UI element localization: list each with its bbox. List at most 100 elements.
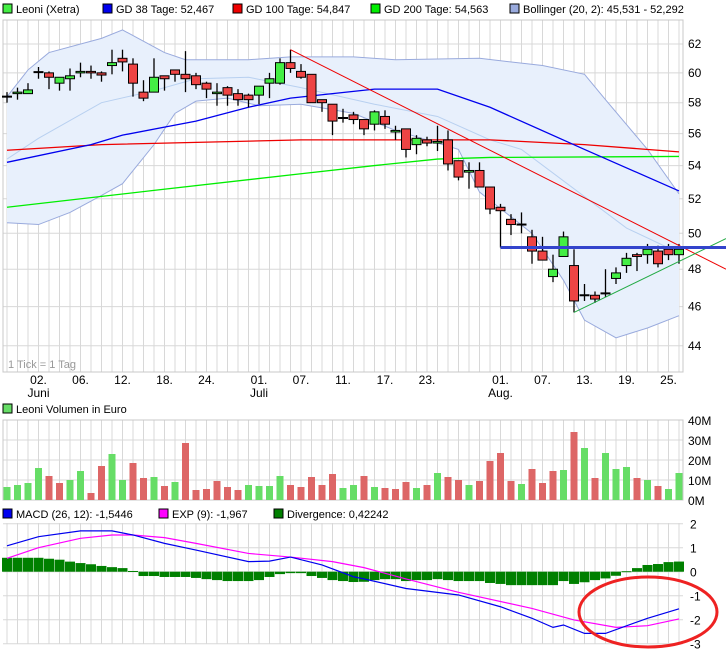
volume-bar: [308, 477, 315, 500]
x-tick-label: 07.: [534, 373, 551, 387]
divergence-bar: [180, 571, 191, 577]
candle-body: [128, 63, 138, 84]
x-tick-label: 23.: [419, 373, 436, 387]
candle-body: [65, 75, 75, 80]
legend-label: GD 100 Tage: 54,847: [246, 4, 350, 16]
x-month-label: Juni: [27, 386, 49, 400]
candle-body: [653, 250, 663, 265]
volume-legend: Leoni Volumen in Euro: [2, 403, 127, 416]
volume-bar: [234, 490, 242, 500]
divergence-bar: [432, 571, 443, 580]
divergence-bar: [516, 571, 527, 586]
legend-label: Leoni (Xetra): [16, 4, 80, 16]
candle-body: [306, 73, 317, 104]
candle: [369, 110, 380, 131]
divergence-bar: [411, 571, 422, 581]
candle-body: [317, 99, 327, 104]
x-tick-label: 19.: [618, 373, 635, 387]
legend-label: Leoni Volumen in Euro: [16, 404, 127, 416]
y-tick-label: 52: [688, 192, 702, 206]
y-tick-label: 56: [688, 127, 702, 141]
x-tick-label: 12.: [114, 373, 131, 387]
stock-chart: Leoni (Xetra) GD 38 Tage: 52,467 GD 100 Ta…: [2, 3, 726, 652]
candle-body: [548, 268, 558, 278]
candle: [359, 119, 369, 136]
divergence-bar: [86, 564, 96, 572]
divergence-bar: [254, 571, 264, 581]
divergence-bar: [201, 571, 212, 580]
candle-body: [159, 75, 170, 80]
divergence-bar: [621, 571, 632, 573]
divergence-bar: [44, 558, 54, 572]
x-tick-label: 06.: [72, 373, 89, 387]
volume-bar: [266, 486, 273, 500]
candle-body: [453, 160, 464, 178]
candle-body: [275, 62, 285, 84]
volume-bar: [56, 483, 63, 500]
candle-body: [12, 91, 23, 95]
volume-bar: [140, 478, 147, 500]
volume-bar: [360, 476, 368, 500]
divergence-bar: [632, 568, 642, 572]
volume-bar: [528, 469, 536, 500]
x-tick-label: 17.: [377, 373, 394, 387]
candle: [306, 73, 317, 104]
divergence-bar: [12, 557, 23, 572]
candle-body: [222, 87, 233, 96]
volume-bar: [507, 481, 515, 500]
x-tick-label: 18.: [156, 373, 173, 387]
volume-bar: [350, 485, 357, 500]
divergence-bar: [600, 571, 611, 579]
volume-bar: [297, 487, 305, 500]
divergence-bar: [296, 571, 306, 574]
divergence-bar: [159, 571, 170, 577]
volume-bar: [192, 490, 200, 500]
volume-bar: [318, 485, 326, 500]
volume-bar: [129, 463, 137, 500]
volume-bar: [329, 474, 336, 500]
candle-body: [233, 93, 243, 101]
divergence-bar: [138, 571, 149, 577]
candle-body: [380, 115, 390, 125]
candle-body: [663, 248, 674, 256]
candle-body: [180, 73, 191, 80]
candle: [327, 103, 338, 136]
x-tick-label: 02.: [30, 373, 47, 387]
volume-bar: [45, 476, 53, 500]
volume-bar: [203, 489, 210, 500]
divergence-bar: [128, 570, 138, 572]
divergence-bar: [611, 571, 621, 576]
divergence-bar: [422, 571, 432, 581]
divergence-bar: [243, 571, 254, 582]
legend-label: GD 38 Tage: 52,467: [116, 4, 214, 16]
candle: [275, 58, 285, 85]
legend-swatch: [158, 508, 169, 519]
candle-body: [642, 248, 653, 256]
divergence-bar: [579, 571, 590, 583]
candle-body: [401, 128, 411, 150]
y-tick-label: 0: [690, 566, 697, 580]
volume-bar: [381, 488, 389, 500]
candle-body: [201, 82, 212, 90]
volume-bar: [444, 477, 452, 500]
divergence-bar: [663, 562, 674, 572]
divergence-bar: [222, 571, 233, 582]
candle-body: [411, 137, 422, 146]
divergence-bar: [23, 557, 33, 572]
volume-panel: 40M 30M 20M 10M 0M: [2, 414, 711, 508]
divergence-bar: [674, 561, 684, 572]
candle-body: [569, 265, 579, 302]
candle: [411, 135, 422, 155]
y-tick-label: 58: [688, 96, 702, 110]
divergence-bar: [65, 561, 75, 572]
x-tick-label: 25.: [660, 373, 677, 387]
divergence-bar: [275, 571, 285, 575]
divergence-bar: [590, 571, 600, 581]
legend-swatch: [2, 508, 13, 519]
candle-body: [254, 85, 264, 96]
x-tick-label: 13.: [576, 373, 593, 387]
y-tick-label: 50: [688, 226, 702, 240]
divergence-bar: [75, 563, 86, 572]
divergence-bar: [485, 571, 495, 583]
volume-bar: [434, 473, 441, 500]
